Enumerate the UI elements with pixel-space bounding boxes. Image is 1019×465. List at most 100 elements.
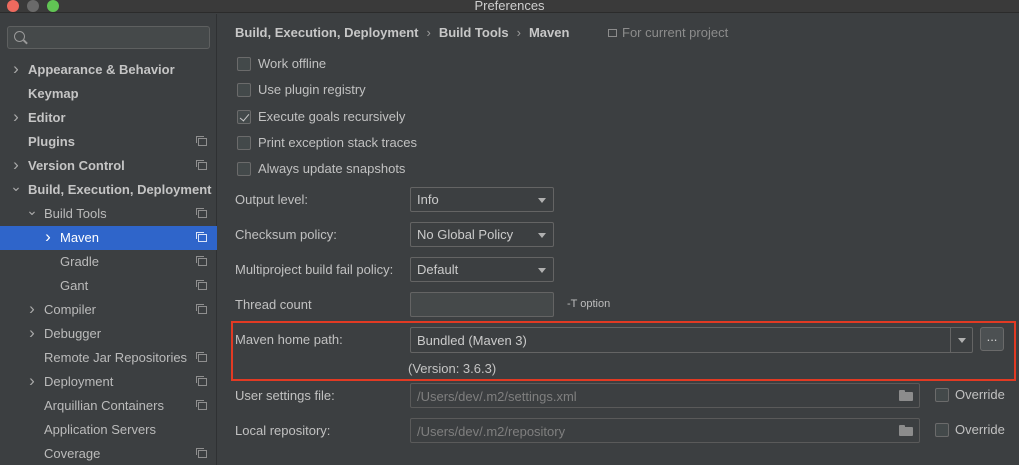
project-scope-icon [196, 160, 207, 170]
user-settings-override-checkbox[interactable] [935, 388, 949, 402]
chevron-right-icon[interactable] [26, 370, 38, 395]
chevron-right-icon[interactable] [26, 298, 38, 323]
sidebar-item-coverage[interactable]: Coverage [0, 442, 217, 465]
sidebar-item-label: Compiler [44, 302, 97, 317]
local-repository-value: /Users/dev/.m2/repository [417, 424, 566, 439]
checksum-policy-value: No Global Policy [417, 227, 514, 242]
user-settings-file-field[interactable]: /Users/dev/.m2/settings.xml [410, 383, 920, 408]
chevron-right-icon[interactable] [10, 58, 22, 83]
sidebar-item-label: Version Control [28, 158, 125, 173]
checkbox-label: Use plugin registry [258, 82, 366, 97]
project-scope-icon [196, 208, 207, 218]
sidebar-item-arquillian-containers[interactable]: Arquillian Containers [0, 394, 217, 418]
chevron-down-icon[interactable] [10, 178, 22, 203]
sidebar-item-maven[interactable]: Maven [0, 226, 217, 250]
maven-version-label: (Version: 3.6.3) [408, 361, 497, 376]
sidebar-item-version-control[interactable]: Version Control [0, 154, 217, 178]
user-settings-file-label: User settings file: [235, 388, 335, 403]
folder-icon[interactable] [899, 425, 913, 436]
always-update-snapshots-checkbox[interactable] [237, 162, 251, 176]
sidebar-item-label: Gant [60, 278, 89, 293]
local-repository-override-checkbox[interactable] [935, 423, 949, 437]
checkbox-label: Always update snapshots [258, 161, 406, 176]
work-offline-checkbox[interactable] [237, 57, 251, 71]
thread-count-hint: -T option [567, 298, 611, 310]
project-scope-icon [196, 376, 207, 386]
chevron-right-icon[interactable] [10, 106, 22, 131]
sidebar-item-gradle[interactable]: Gradle [0, 250, 217, 274]
folder-icon[interactable] [899, 390, 913, 401]
project-scope-icon [196, 448, 207, 458]
execute-goals-recursively-checkbox[interactable] [237, 110, 251, 124]
settings-sidebar: Appearance & Behavior Keymap Editor Plugins… [0, 14, 217, 465]
sidebar-item-editor[interactable]: Editor [0, 106, 217, 130]
override-label: Override [955, 422, 1005, 437]
sidebar-item-build-tools[interactable]: Build Tools [0, 202, 217, 226]
project-scope-icon [196, 232, 207, 242]
sidebar-item-label: Keymap [28, 86, 79, 101]
multiproject-fail-policy-select[interactable]: Default [410, 257, 554, 282]
sidebar-item-remote-jar-repositories[interactable]: Remote Jar Repositories [0, 346, 217, 370]
sidebar-item-label: Remote Jar Repositories [44, 350, 188, 365]
sidebar-item-label: Plugins [28, 134, 75, 149]
sidebar-item-application-servers[interactable]: Application Servers [0, 418, 217, 442]
sidebar-item-compiler[interactable]: Compiler [0, 298, 217, 322]
sidebar-item-appearance-behavior[interactable]: Appearance & Behavior [0, 58, 217, 82]
maven-home-path-combo[interactable]: Bundled (Maven 3) [410, 327, 973, 353]
settings-tree: Appearance & Behavior Keymap Editor Plugins… [0, 58, 217, 465]
local-repository-label: Local repository: [235, 423, 331, 438]
breadcrumb-item[interactable]: Build Tools [439, 25, 509, 40]
breadcrumb-separator: › [516, 25, 521, 40]
title-bar: Preferences [0, 0, 1019, 13]
sidebar-item-label: Deployment [44, 374, 114, 389]
sidebar-item-label: Appearance & Behavior [28, 62, 175, 77]
sidebar-item-label: Editor [28, 110, 66, 125]
maven-home-path-label: Maven home path: [235, 332, 343, 347]
sidebar-item-build-execution-deployment[interactable]: Build, Execution, Deployment [0, 178, 217, 202]
breadcrumb-item: Maven [528, 25, 570, 40]
sidebar-item-deployment[interactable]: Deployment [0, 370, 217, 394]
output-level-select[interactable]: Info [410, 187, 554, 212]
print-exception-stack-traces-checkbox[interactable] [237, 136, 251, 150]
chevron-right-icon[interactable] [42, 226, 54, 251]
sidebar-item-label: Debugger [44, 326, 102, 341]
breadcrumb-separator: › [426, 25, 431, 40]
project-scope-icon [196, 400, 207, 410]
local-repository-field[interactable]: /Users/dev/.m2/repository [410, 418, 920, 443]
search-input[interactable] [30, 29, 205, 46]
browse-maven-home-button[interactable]: ... [980, 327, 1004, 351]
sidebar-item-debugger[interactable]: Debugger [0, 322, 217, 346]
sidebar-item-keymap[interactable]: Keymap [0, 82, 217, 106]
sidebar-item-label: Coverage [44, 446, 101, 461]
sidebar-item-label: Maven [60, 230, 100, 245]
chevron-down-icon[interactable] [958, 338, 966, 343]
project-scope-icon [196, 352, 207, 362]
chevron-down-icon [538, 233, 546, 238]
project-scope-icon [196, 256, 207, 266]
chevron-right-icon[interactable] [10, 154, 22, 179]
project-scope-icon [196, 280, 207, 290]
checksum-policy-label: Checksum policy: [235, 227, 337, 242]
user-settings-file-value: /Users/dev/.m2/settings.xml [417, 389, 577, 404]
checksum-policy-select[interactable]: No Global Policy [410, 222, 554, 247]
use-plugin-registry-checkbox[interactable] [237, 83, 251, 97]
multiproject-fail-policy-value: Default [417, 262, 459, 277]
breadcrumb-item[interactable]: Build, Execution, Deployment [235, 25, 418, 40]
thread-count-input[interactable] [410, 292, 554, 317]
multiproject-fail-policy-label: Multiproject build fail policy: [235, 262, 394, 277]
sidebar-item-label: Application Servers [44, 422, 156, 437]
settings-search[interactable] [7, 26, 210, 49]
combo-divider [950, 328, 951, 352]
checkbox-label: Execute goals recursively [258, 109, 406, 124]
window-title: Preferences [474, 0, 545, 13]
sidebar-item-label: Build Tools [44, 206, 107, 221]
output-level-value: Info [417, 192, 439, 207]
chevron-down-icon[interactable] [26, 202, 38, 227]
checkbox-label: Work offline [258, 56, 327, 71]
sidebar-item-gant[interactable]: Gant [0, 274, 217, 298]
thread-count-label: Thread count [235, 297, 312, 312]
chevron-down-icon [538, 198, 546, 203]
sidebar-item-plugins[interactable]: Plugins [0, 130, 217, 154]
scope-indicator: For current project [608, 25, 728, 40]
chevron-right-icon[interactable] [26, 322, 38, 347]
